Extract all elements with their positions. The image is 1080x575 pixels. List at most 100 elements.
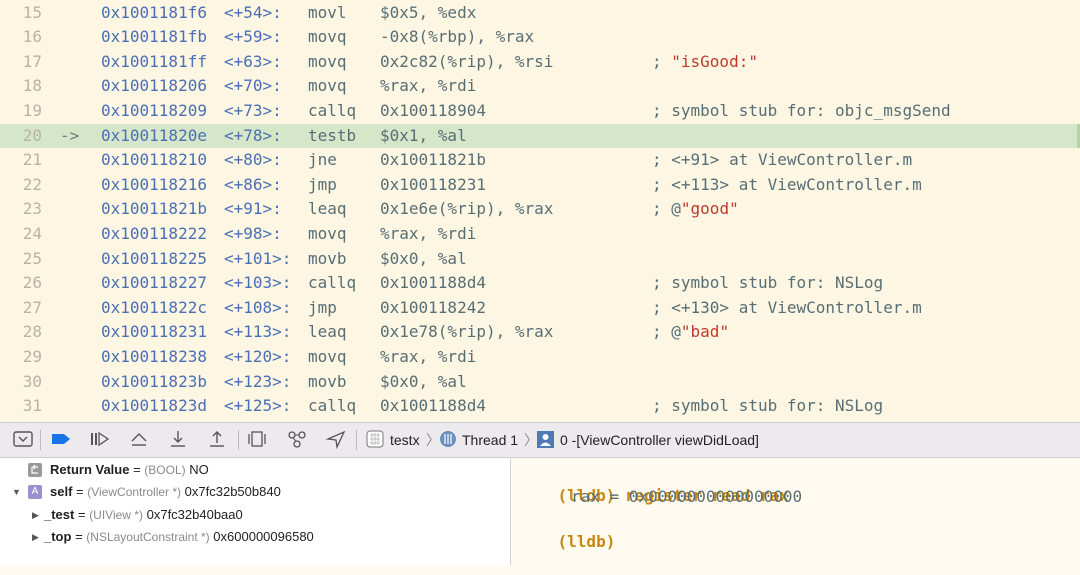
instruction-offset: <+101>: xyxy=(224,248,292,268)
instruction-operands: 0x10011821b xyxy=(380,150,486,170)
disassembly-view: 15 0x1001181f6 <+54>: movl $0x5, %edx 16 0x100… xyxy=(0,0,1080,422)
variable-equals: = xyxy=(72,484,88,500)
instruction-row[interactable]: 19 0x100118209 <+73>: callq 0x100118904 ; sym… xyxy=(0,99,1080,124)
line-number: 21 xyxy=(22,150,42,170)
continue-icon[interactable] xyxy=(88,429,112,451)
instruction-row[interactable]: 22 0x100118216 <+86>: jmp 0x100118231 ; <+113… xyxy=(0,173,1080,198)
line-number: 16 xyxy=(22,27,42,47)
instruction-operands: 0x100118231 xyxy=(380,174,486,194)
variable-equals: = xyxy=(129,462,145,477)
instruction-comment: ; symbol stub for: NSLog xyxy=(652,394,883,419)
variable-value: 0x7fc32b50b840 xyxy=(184,484,281,500)
variable-equals: = xyxy=(71,528,87,544)
instruction-mnemonic: jne xyxy=(308,150,337,170)
breadcrumb-thread[interactable]: Thread 1 xyxy=(462,423,518,457)
instruction-offset: <+73>: xyxy=(224,100,282,120)
instruction-row[interactable]: 31 0x10011823d <+125>: callq 0x1001188d4 ; sy… xyxy=(0,394,1080,419)
instruction-operands: 0x1001188d4 xyxy=(380,273,486,293)
instruction-row[interactable]: 18 0x100118206 <+70>: movq %rax, %rdi xyxy=(0,74,1080,99)
instruction-offset: <+113>: xyxy=(224,322,292,342)
object-icon: A xyxy=(28,485,42,500)
memory-graph-icon[interactable] xyxy=(286,429,310,451)
variable-value: NO xyxy=(189,462,209,477)
instruction-offset: <+108>: xyxy=(224,297,292,317)
instruction-comment: ; @"bad" xyxy=(652,320,729,345)
instruction-address: 0x10011822c xyxy=(101,297,207,317)
instruction-row[interactable]: 26 0x100118227 <+103>: callq 0x1001188d4 ; sy… xyxy=(0,271,1080,296)
instruction-address: 0x1001181f6 xyxy=(101,2,207,22)
line-number: 20 xyxy=(22,125,42,145)
simulate-location-icon[interactable] xyxy=(325,429,349,451)
disclosure-collapsed-icon[interactable]: ▶ xyxy=(32,504,39,526)
instruction-comment: ; @"good" xyxy=(652,197,739,222)
variable-row[interactable]: self = (ViewController *) 0x7fc32b50b840 xyxy=(50,481,281,503)
line-number: 15 xyxy=(22,2,42,22)
instruction-address: 0x100118231 xyxy=(101,322,207,342)
instruction-row[interactable]: 21 0x100118210 <+80>: jne 0x10011821b ; <+91>… xyxy=(0,148,1080,173)
line-number: 23 xyxy=(22,199,42,219)
breadcrumb-target[interactable]: testx xyxy=(390,423,420,457)
step-out-icon[interactable] xyxy=(206,429,230,451)
instruction-row[interactable]: 24 0x100118222 <+98>: movq %rax, %rdi xyxy=(0,222,1080,247)
variable-type: (UIView *) xyxy=(89,507,143,522)
view-hierarchy-icon[interactable] xyxy=(246,429,270,451)
comment-text: ; <+113> at ViewController.m xyxy=(652,174,922,194)
comment-text: ; @ xyxy=(652,199,681,219)
variable-name: _top xyxy=(44,528,72,544)
breadcrumb-frame[interactable]: 0 -[ViewController viewDidLoad] xyxy=(560,423,759,457)
instruction-address: 0x100118209 xyxy=(101,100,207,120)
variable-row[interactable]: Return Value = (BOOL) NO xyxy=(50,459,209,481)
instruction-operands: 0x2c82(%rip), %rsi xyxy=(380,51,554,71)
instruction-row[interactable]: 27 0x10011822c <+108>: jmp 0x100118242 ; <+13… xyxy=(0,296,1080,321)
instruction-row[interactable]: 28 0x100118231 <+113>: leaq 0x1e78(%rip), %r… xyxy=(0,320,1080,345)
instruction-operands: %rax, %rdi xyxy=(380,76,477,96)
app-target-icon xyxy=(364,429,388,451)
breakpoints-toggle-icon[interactable] xyxy=(50,429,74,451)
instruction-address: 0x1001181ff xyxy=(101,51,207,71)
instruction-operands: $0x0, %al xyxy=(380,371,467,391)
instruction-address: 0x100118227 xyxy=(101,273,207,293)
hide-debug-area-icon[interactable] xyxy=(12,429,36,451)
instruction-comment: ; <+130> at ViewController.m xyxy=(652,296,922,321)
current-instruction-row[interactable]: 20 -> 0x10011820e <+78>: testb $0x1, %al xyxy=(0,123,1080,149)
thread-icon xyxy=(437,429,461,451)
instruction-address: 0x100118206 xyxy=(101,76,207,96)
instruction-offset: <+120>: xyxy=(224,346,292,366)
instruction-row[interactable]: 17 0x1001181ff <+63>: movq 0x2c82(%rip), %rs… xyxy=(0,50,1080,75)
line-number: 31 xyxy=(22,396,42,416)
instruction-mnemonic: movq xyxy=(308,76,347,96)
instruction-mnemonic: leaq xyxy=(308,322,347,342)
instruction-row[interactable]: 25 0x100118225 <+101>: movb $0x0, %al xyxy=(0,247,1080,272)
instruction-address: 0x10011821b xyxy=(101,199,207,219)
comment-text: ; symbol stub for: NSLog xyxy=(652,273,884,293)
instruction-row[interactable]: 23 0x10011821b <+91>: leaq 0x1e6e(%rip), %ra… xyxy=(0,197,1080,222)
instruction-offset: <+86>: xyxy=(224,174,282,194)
disclosure-collapsed-icon[interactable]: ▶ xyxy=(32,526,39,548)
instruction-row[interactable]: 30 0x10011823b <+123>: movb $0x0, %al xyxy=(0,370,1080,395)
instruction-operands: 0x100118904 xyxy=(380,100,486,120)
instruction-address: 0x100118216 xyxy=(101,174,207,194)
instruction-comment: ; "isGood:" xyxy=(652,50,758,75)
instruction-operands: $0x1, %al xyxy=(380,125,467,145)
instruction-row[interactable]: 29 0x100118238 <+120>: movq %rax, %rdi xyxy=(0,345,1080,370)
instruction-mnemonic: jmp xyxy=(308,174,337,194)
variable-row[interactable]: _top = (NSLayoutConstraint *) 0x60000009… xyxy=(44,526,314,548)
step-over-icon[interactable] xyxy=(128,429,152,451)
debug-bar: testx 〉 Thread 1 〉 0 -[ViewController vi… xyxy=(0,422,1080,458)
comment-text: ; @ xyxy=(652,322,681,342)
instruction-row[interactable]: 16 0x1001181fb <+59>: movq -0x8(%rbp), %rax xyxy=(0,25,1080,50)
instruction-operands: 0x1e78(%rip), %rax xyxy=(380,322,554,342)
disclosure-expanded-icon[interactable]: ▼ xyxy=(12,481,21,503)
program-counter-arrow: -> xyxy=(60,125,80,145)
instruction-offset: <+80>: xyxy=(224,150,282,170)
instruction-row[interactable]: 15 0x1001181f6 <+54>: movl $0x5, %edx xyxy=(0,1,1080,26)
instruction-address: 0x10011820e xyxy=(101,125,207,145)
step-into-icon[interactable] xyxy=(167,429,191,451)
line-number: 30 xyxy=(22,371,42,391)
instruction-operands: 0x1001188d4 xyxy=(380,396,486,416)
variable-name: Return Value xyxy=(50,462,130,477)
toolbar-separator xyxy=(40,430,41,450)
variable-row[interactable]: _test = (UIView *) 0x7fc32b40baa0 xyxy=(44,504,243,526)
instruction-address: 0x100118238 xyxy=(101,346,207,366)
lldb-console[interactable]: (lldb) register read rax rax = 0x0000000… xyxy=(511,458,1080,565)
